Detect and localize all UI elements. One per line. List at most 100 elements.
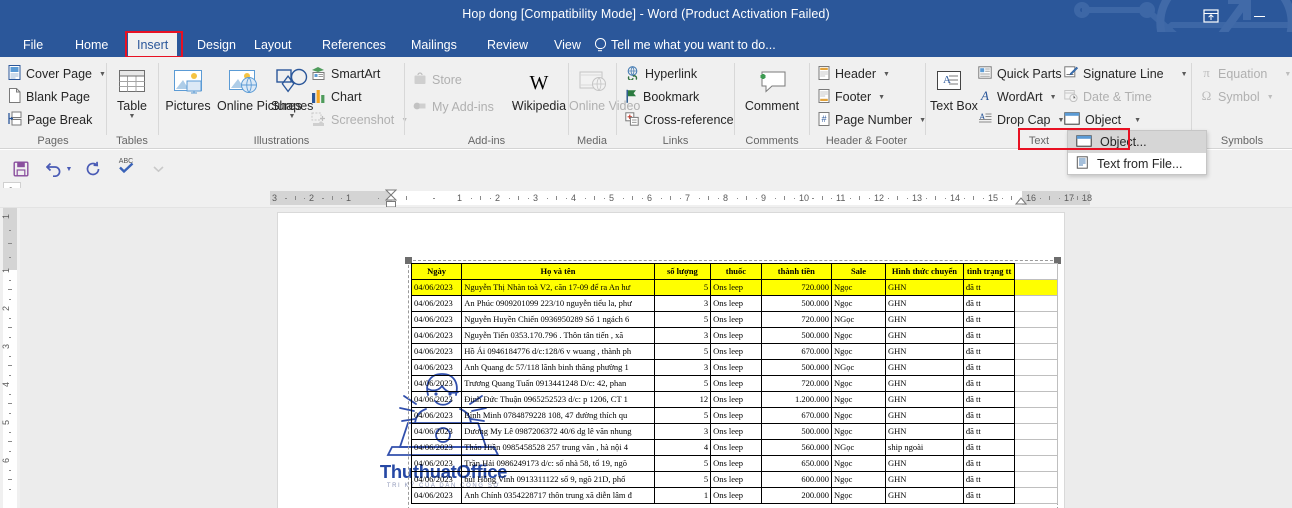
table-cell[interactable]: GHN bbox=[885, 471, 964, 488]
table-cell[interactable]: Ngọc bbox=[830, 375, 887, 392]
table-cell[interactable]: Ngọc bbox=[830, 487, 887, 504]
table-cell[interactable]: Ons leep bbox=[710, 295, 762, 312]
table-row[interactable]: 04/06/2023 Trần Hải 0986249173 d/c: số nh… bbox=[410, 455, 1058, 472]
table-cell-empty[interactable] bbox=[1014, 375, 1058, 392]
table-cell[interactable]: GHN bbox=[885, 407, 964, 424]
table-cell[interactable]: GHN bbox=[885, 311, 964, 328]
wikipedia-button[interactable]: W Wikipedia bbox=[510, 65, 568, 113]
online-pictures-button[interactable]: Online Pictures bbox=[217, 65, 302, 113]
chevron-down-icon[interactable]: ▼ bbox=[1050, 94, 1057, 101]
table-row[interactable]: 04/06/2023 Nguyễn Thị Nhàn toà V2, căn 17… bbox=[410, 279, 1058, 296]
table-cell[interactable]: 5 bbox=[653, 455, 712, 472]
table-cell[interactable]: đã tt bbox=[962, 439, 1016, 456]
table-cell[interactable]: Ons leep bbox=[710, 327, 762, 344]
table-row[interactable]: 04/06/2023 Thảo Hiền 0985458528 257 trung… bbox=[410, 439, 1058, 456]
table-cell[interactable]: 670.000 bbox=[760, 343, 832, 360]
table-cell[interactable]: đã tt bbox=[962, 407, 1016, 424]
table-cell[interactable]: GHN bbox=[885, 423, 964, 440]
table-cell-empty[interactable] bbox=[1014, 279, 1058, 296]
embedded-worksheet-object[interactable]: Ngày Họ và tên số lượng thuốc thành tiền Sale… bbox=[405, 257, 1061, 508]
hyperlink-button[interactable]: Hyperlink bbox=[625, 64, 697, 84]
chevron-down-icon[interactable]: ▼ bbox=[878, 94, 885, 101]
table-cell[interactable]: Ngọc bbox=[830, 391, 887, 408]
table-cell[interactable]: GHN bbox=[885, 487, 964, 504]
table-cell[interactable]: 560.000 bbox=[760, 439, 832, 456]
table-cell[interactable]: Ons leep bbox=[710, 423, 762, 440]
table-cell[interactable]: ship ngoài bbox=[885, 439, 964, 456]
table-cell[interactable]: Ngọc bbox=[830, 279, 887, 296]
table-cell[interactable]: 670.000 bbox=[760, 407, 832, 424]
table-cell[interactable]: Ngọc bbox=[830, 295, 887, 312]
table-row[interactable]: 04/06/2023 Trương Quang Tuấn 0913441248 D… bbox=[410, 375, 1058, 392]
table-cell-empty[interactable] bbox=[1014, 487, 1058, 504]
table-cell[interactable]: 500.000 bbox=[760, 327, 832, 344]
table-cell[interactable]: 3 bbox=[653, 423, 712, 440]
bookmark-button[interactable]: Bookmark bbox=[625, 87, 699, 107]
save-button[interactable] bbox=[8, 156, 34, 182]
table-row[interactable]: 04/06/2023 Hồ Ái 0946184776 d/c:128/6 v w… bbox=[410, 343, 1058, 360]
table-cell[interactable]: 04/06/2023 bbox=[410, 423, 463, 440]
table-cell[interactable]: đã tt bbox=[962, 487, 1016, 504]
table-cell[interactable]: 12 bbox=[653, 391, 712, 408]
table-cell[interactable]: 04/06/2023 bbox=[410, 327, 463, 344]
blank-page-button[interactable]: Blank Page bbox=[8, 87, 90, 107]
tab-file[interactable]: File bbox=[14, 32, 52, 57]
wordart-button[interactable]: A WordArt ▼ bbox=[978, 87, 1057, 107]
tell-me-search[interactable]: Tell me what you want to do... bbox=[594, 32, 776, 57]
table-cell[interactable]: GHN bbox=[885, 327, 964, 344]
tab-home[interactable]: Home bbox=[66, 32, 117, 57]
table-cell[interactable]: 720.000 bbox=[760, 311, 832, 328]
table-cell[interactable]: đã tt bbox=[962, 279, 1016, 296]
pictures-button[interactable]: Pictures bbox=[161, 65, 215, 113]
table-cell[interactable]: NGọc bbox=[830, 311, 887, 328]
table-cell-empty[interactable] bbox=[1014, 455, 1058, 472]
table-cell[interactable]: Ngọc bbox=[830, 327, 887, 344]
table-cell[interactable]: Ons leep bbox=[710, 391, 762, 408]
table-cell[interactable]: 720.000 bbox=[760, 375, 832, 392]
chart-button[interactable]: Chart bbox=[311, 87, 362, 107]
table-cell[interactable]: 500.000 bbox=[760, 359, 832, 376]
table-cell[interactable]: bùi Hồng Vinh 0913311122 số 9, ngõ 21D, … bbox=[461, 471, 655, 488]
chevron-down-icon[interactable]: ▼ bbox=[99, 71, 106, 78]
table-cell-empty[interactable] bbox=[1014, 295, 1058, 312]
table-cell[interactable]: Ngọc bbox=[830, 343, 887, 360]
cover-page-button[interactable]: Cover Page ▼ bbox=[8, 64, 106, 84]
table-cell[interactable]: Ngọc bbox=[830, 423, 887, 440]
table-cell[interactable]: Ons leep bbox=[710, 375, 762, 392]
table-cell[interactable]: Ons leep bbox=[710, 471, 762, 488]
menu-item-text-from-file[interactable]: Text from File... bbox=[1068, 153, 1206, 175]
header-button[interactable]: Header ▼ bbox=[818, 64, 890, 84]
table-cell[interactable]: GHN bbox=[885, 455, 964, 472]
table-cell[interactable]: 600.000 bbox=[760, 471, 832, 488]
text-box-button[interactable]: A Text Box bbox=[930, 65, 978, 113]
chevron-down-icon[interactable]: ▼ bbox=[271, 113, 313, 120]
table-cell-empty[interactable] bbox=[1014, 327, 1058, 344]
table-cell[interactable]: Ons leep bbox=[710, 439, 762, 456]
table-cell-empty[interactable] bbox=[1014, 471, 1058, 488]
table-cell[interactable]: 200.000 bbox=[760, 487, 832, 504]
table-cell[interactable]: 5 bbox=[653, 471, 712, 488]
table-cell[interactable]: 4 bbox=[653, 439, 712, 456]
ribbon-display-options-icon[interactable] bbox=[1196, 4, 1226, 28]
tab-design[interactable]: Design bbox=[188, 32, 245, 57]
table-cell[interactable]: 3 bbox=[653, 359, 712, 376]
table-cell-empty[interactable] bbox=[1014, 423, 1058, 440]
indent-marker-right[interactable] bbox=[1015, 197, 1027, 206]
table-cell[interactable]: đã tt bbox=[962, 455, 1016, 472]
customize-qat-button[interactable] bbox=[148, 156, 168, 182]
tab-references[interactable]: References bbox=[313, 32, 395, 57]
table-cell[interactable]: 3 bbox=[653, 295, 712, 312]
table-row[interactable]: 04/06/2023 Dương My Lê 0987206372 40/6 dg… bbox=[410, 423, 1058, 440]
table-row[interactable]: 04/06/2023 An Phúc 0909201099 223/10 nguy… bbox=[410, 295, 1058, 312]
object-button[interactable]: Object ▼ bbox=[1064, 110, 1141, 130]
footer-button[interactable]: Footer ▼ bbox=[818, 87, 885, 107]
table-cell[interactable]: GHN bbox=[885, 375, 964, 392]
horizontal-ruler[interactable]: 3 2 1 1 2 3 4 5 6 7 8 9 10 11 12 13 14 15 16 17 18 bbox=[0, 188, 1292, 208]
table-cell[interactable]: 5 bbox=[653, 343, 712, 360]
table-button[interactable]: Table ▼ bbox=[107, 65, 157, 120]
table-cell[interactable]: 500.000 bbox=[760, 295, 832, 312]
table-cell[interactable]: 04/06/2023 bbox=[410, 487, 463, 504]
table-cell[interactable]: 720.000 bbox=[760, 279, 832, 296]
table-cell[interactable]: đã tt bbox=[962, 423, 1016, 440]
table-cell[interactable]: Nguyễn Huyền Chiến 0936950289 Số 1 ngách… bbox=[461, 311, 655, 328]
